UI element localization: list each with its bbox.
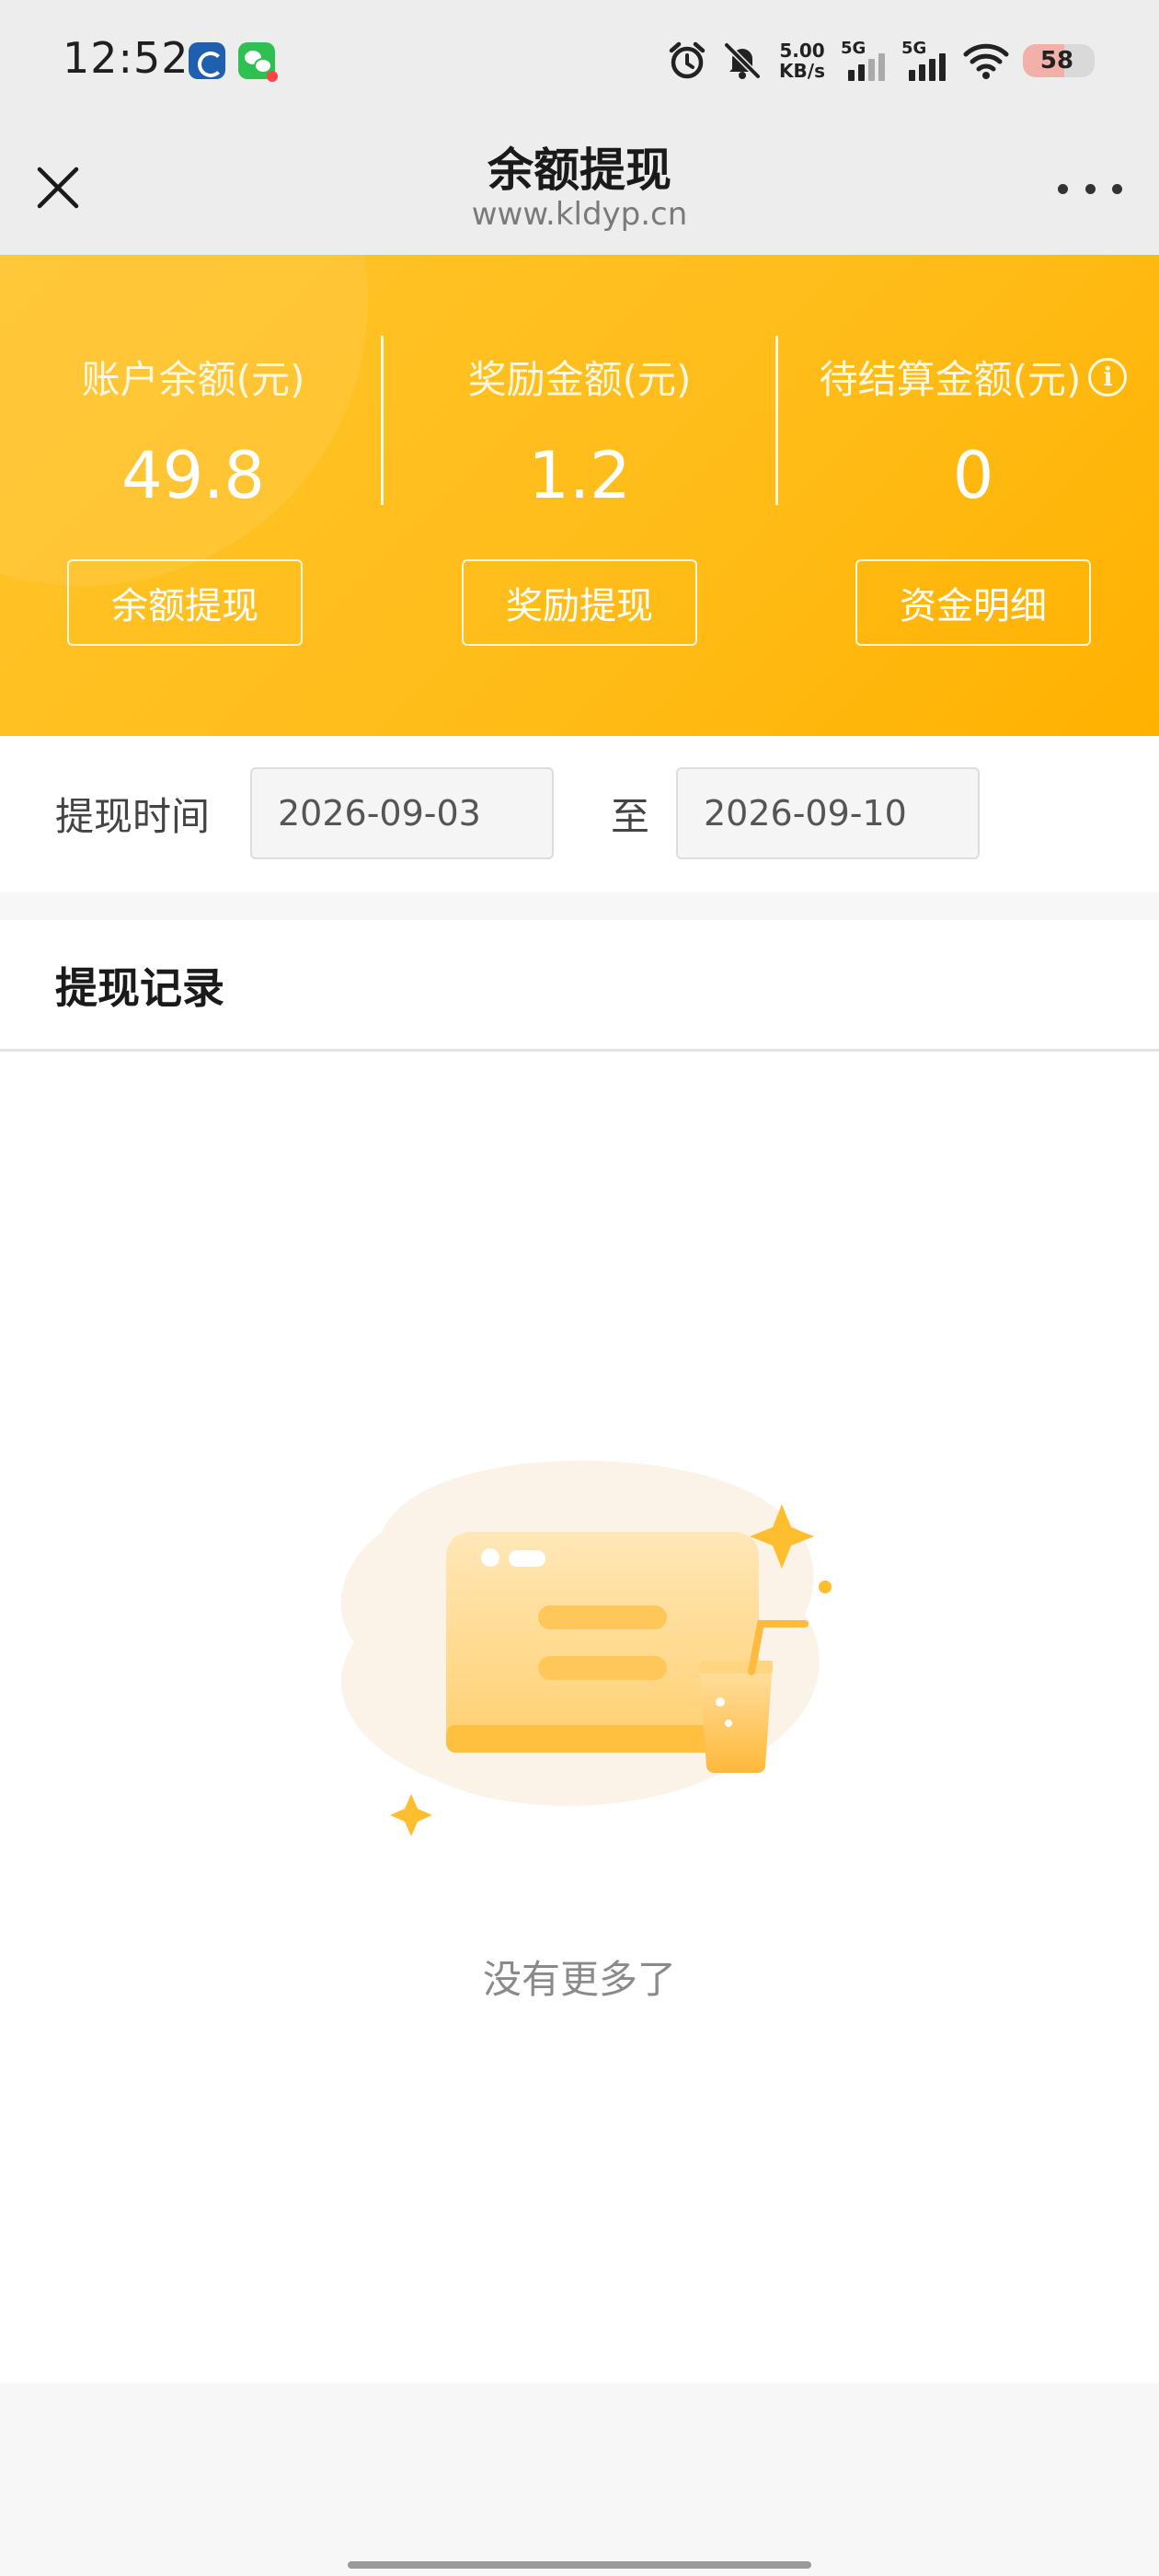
home-indicator[interactable] (348, 2561, 811, 2569)
balance-withdraw-button[interactable]: 余额提现 (67, 559, 303, 646)
withdraw-records: 提现记录 没有更多了 (0, 920, 1159, 2383)
reward-amount-value: 1.2 (528, 438, 631, 513)
status-bar: 12:52 5.00 KB/s 5G 5G 58 (0, 0, 1159, 124)
date-filter: 提现时间 2026-09-03 至 2026-09-10 (0, 736, 1159, 892)
to-label: 至 (611, 794, 650, 839)
account-balance-value: 49.8 (121, 438, 265, 513)
reward-amount-stat: 奖励金额(元) 1.2 (386, 349, 773, 513)
net-speed: 5.00 KB/s (779, 40, 825, 82)
divider (381, 336, 384, 505)
more-dot (1058, 183, 1068, 194)
status-time: 12:52 (63, 33, 189, 83)
account-balance-stat: 账户余额(元) 49.8 (0, 349, 386, 513)
page-url: www.kldyp.cn (471, 196, 688, 233)
alarm-icon (666, 40, 708, 82)
mute-icon (721, 40, 763, 82)
bank-app-icon (189, 42, 225, 79)
wechat-icon (238, 42, 278, 82)
reward-amount-label: 奖励金额(元) (467, 357, 692, 402)
empty-state-illustration (340, 1460, 832, 1836)
reward-withdraw-button[interactable]: 奖励提现 (462, 559, 697, 646)
wifi-icon (962, 40, 1010, 82)
pending-amount-value: 0 (952, 438, 994, 513)
fund-details-button[interactable]: 资金明细 (855, 559, 1091, 646)
divider (775, 336, 778, 505)
divider (0, 1049, 1159, 1052)
page-title: 余额提现 (488, 144, 671, 197)
info-icon[interactable]: i (1088, 357, 1128, 397)
battery-icon: 58 (1023, 44, 1095, 77)
records-title: 提现记录 (55, 963, 224, 1013)
end-date-input[interactable]: 2026-09-10 (676, 767, 980, 859)
pending-amount-stat: 待结算金额(元) i 0 (780, 349, 1159, 513)
start-date-input[interactable]: 2026-09-03 (250, 767, 554, 859)
signal-sim2-icon: 5G (901, 39, 949, 81)
pending-amount-label: 待结算金额(元) (819, 357, 1082, 402)
nav-bar: 余额提现 www.kldyp.cn (0, 124, 1159, 255)
more-button[interactable] (1058, 170, 1122, 207)
filter-label: 提现时间 (55, 794, 211, 839)
empty-state-text: 没有更多了 (482, 1957, 676, 2002)
account-balance-label: 账户余额(元) (81, 357, 305, 402)
status-indicators: 5.00 KB/s 5G 5G 58 (666, 35, 1095, 86)
more-dot (1112, 183, 1122, 194)
more-dot (1084, 183, 1096, 194)
signal-sim1-icon: 5G (841, 39, 889, 81)
balance-summary: 账户余额(元) 49.8 奖励金额(元) 1.2 待结算金额(元) i 0 余额提… (0, 255, 1159, 736)
